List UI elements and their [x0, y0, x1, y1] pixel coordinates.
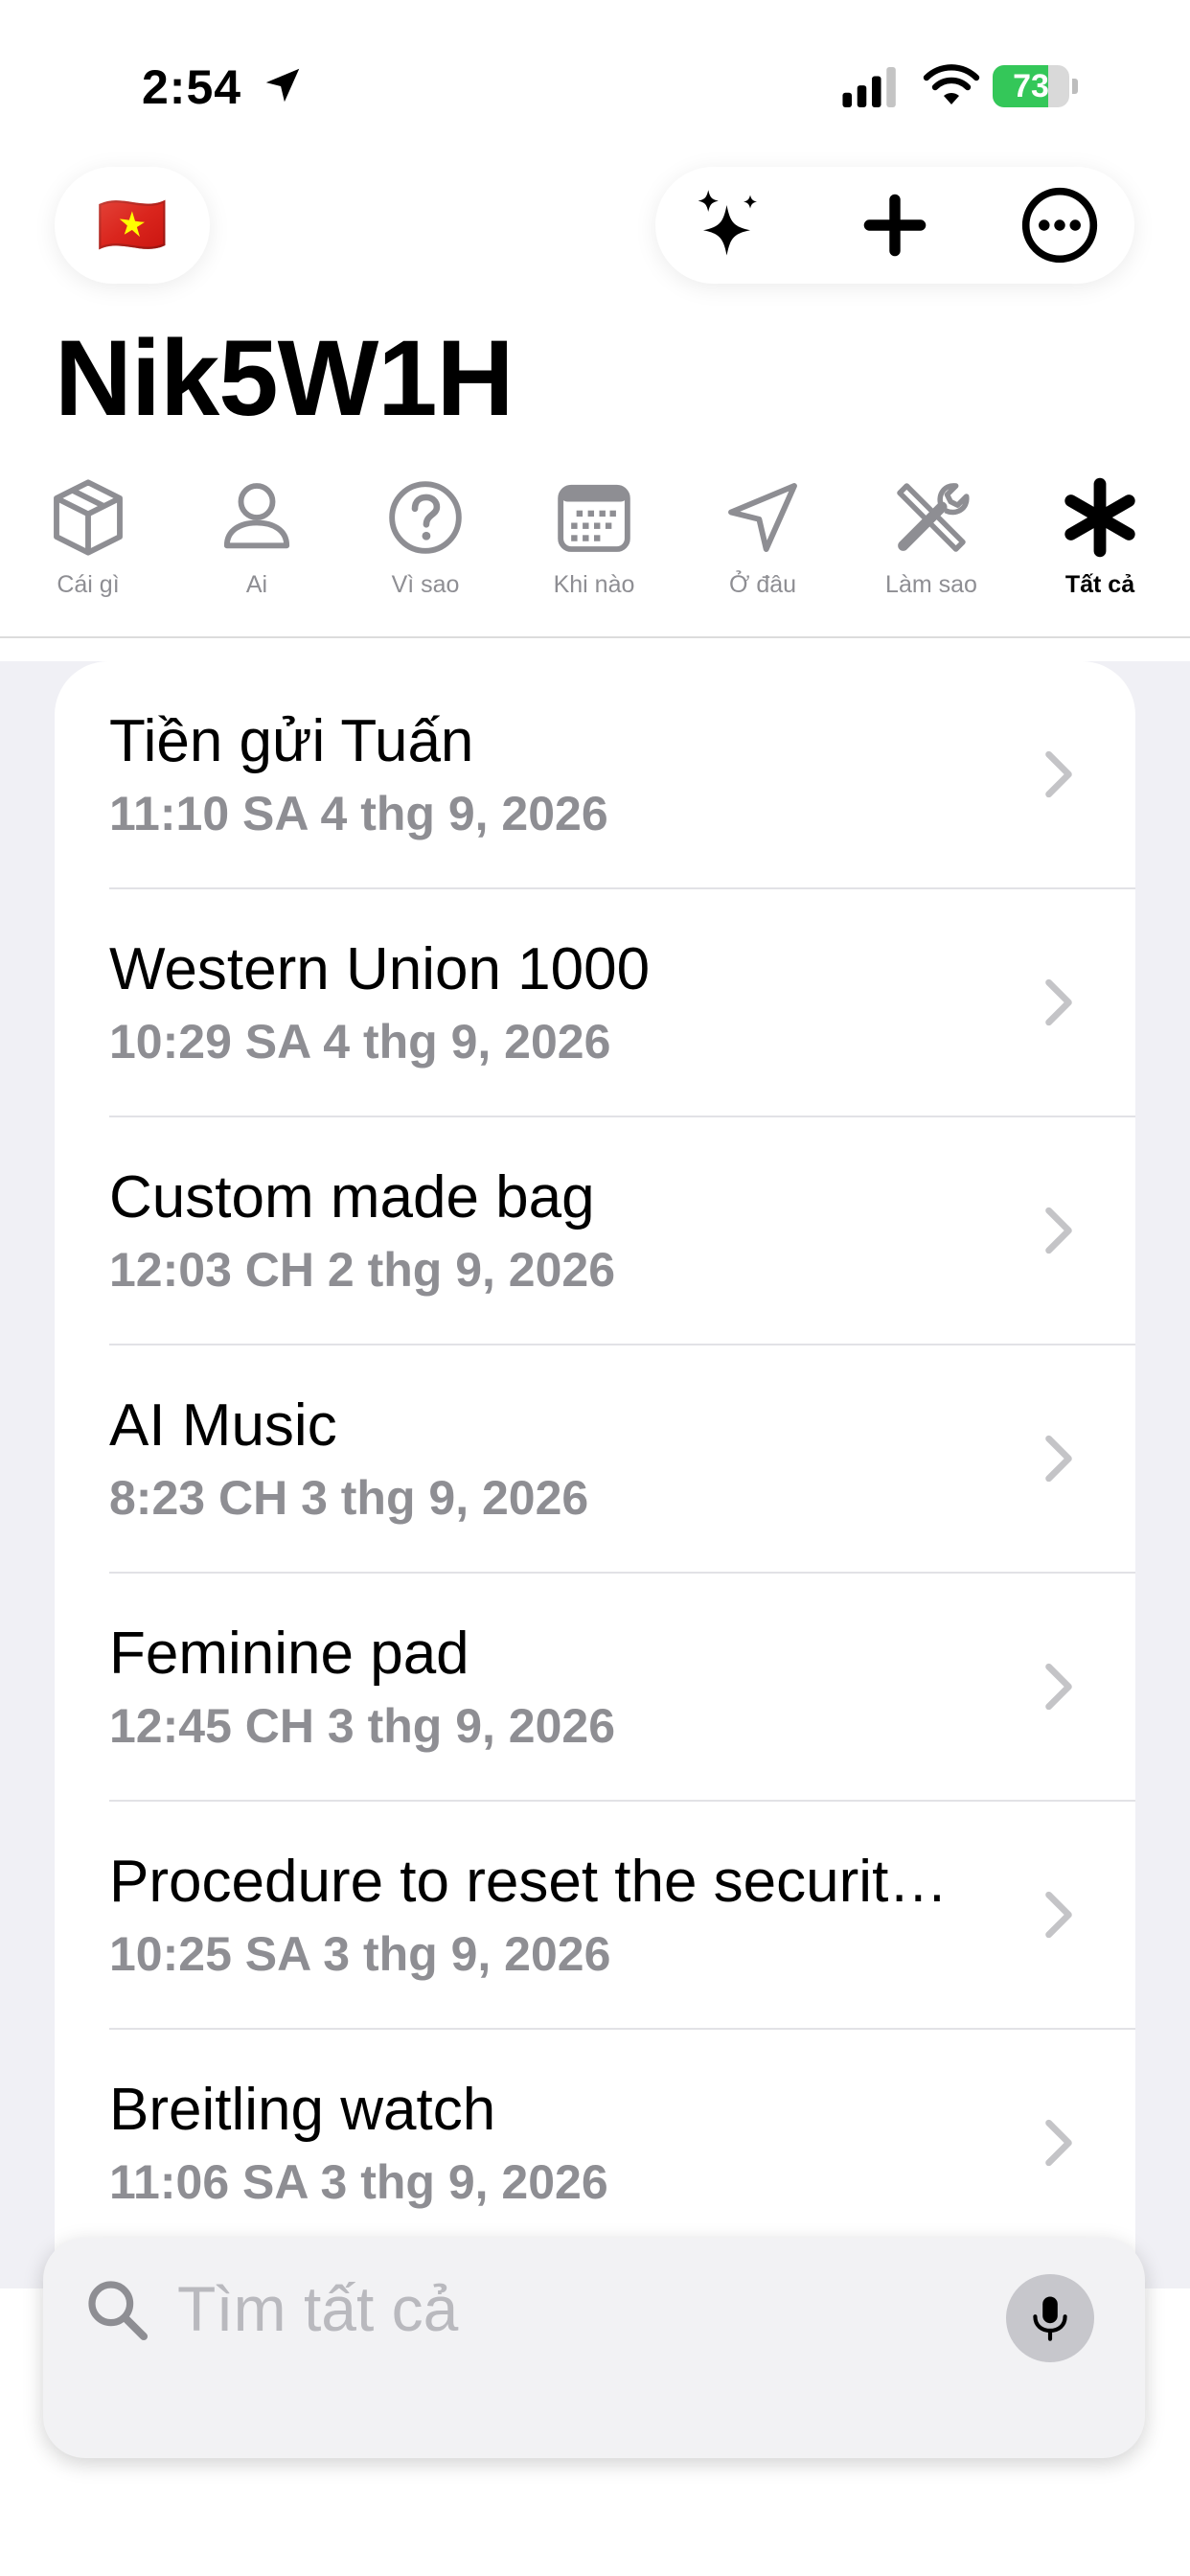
- tab-label: Làm sao: [885, 571, 977, 598]
- tools-icon: [897, 483, 970, 552]
- item-title: Breitling watch: [109, 2077, 496, 2143]
- battery-body: 73: [993, 65, 1069, 107]
- microphone-icon: [1033, 2296, 1067, 2341]
- tabs-divider: [0, 636, 1190, 638]
- sparkles-icon: [698, 190, 757, 256]
- list-item[interactable]: Tiền gửi Tuấn 11:10 SA 4 thg 9, 2026: [55, 661, 1135, 889]
- calendar-icon: [558, 484, 630, 552]
- status-bar: 2:54 73: [0, 0, 1190, 163]
- location-services-icon: [265, 68, 300, 103]
- header-actions: [655, 167, 1134, 284]
- person-icon: [223, 483, 290, 549]
- tab-label: Ai: [245, 571, 268, 598]
- tab-label: Tất cả: [1064, 571, 1135, 598]
- ai-sparkle-button[interactable]: [682, 177, 778, 273]
- asterisk-icon: [1064, 477, 1135, 558]
- item-title: Tiền gửi Tuấn: [109, 708, 474, 774]
- chevron-right-icon: [1045, 1435, 1072, 1483]
- item-title: Procedure to reset the securit…: [109, 1849, 949, 1915]
- chevron-right-icon: [1045, 750, 1072, 798]
- location-arrow-icon: [728, 483, 797, 552]
- tab-label: Khi nào: [553, 571, 635, 598]
- item-date: 8:23 CH 3 thg 9, 2026: [109, 1471, 589, 1525]
- ellipsis-circle-icon: [1021, 187, 1098, 264]
- item-date: 11:06 SA 3 thg 9, 2026: [109, 2155, 608, 2209]
- add-button[interactable]: [847, 177, 943, 273]
- search-input[interactable]: Tìm tất cả: [177, 2272, 458, 2345]
- question-circle-icon: [389, 481, 462, 554]
- item-title: Custom made bag: [109, 1164, 595, 1230]
- category-tabs: Cái gì Ai Vì sao Khi nào Ở đâu Làm sao T…: [0, 470, 1190, 638]
- list-item[interactable]: Custom made bag 12:03 CH 2 thg 9, 2026: [55, 1117, 1135, 1346]
- item-title: Western Union 1000: [109, 936, 651, 1002]
- tab-why[interactable]: Vì sao: [341, 470, 510, 638]
- vietnam-flag-icon: 🇻🇳: [96, 193, 169, 257]
- box-icon: [54, 479, 123, 556]
- list-item[interactable]: Western Union 1000 10:29 SA 4 thg 9, 202…: [55, 889, 1135, 1117]
- list-item[interactable]: Feminine pad 12:45 CH 3 thg 9, 2026: [55, 1574, 1135, 1802]
- chevron-right-icon: [1045, 978, 1072, 1026]
- list-item[interactable]: AI Music 8:23 CH 3 thg 9, 2026: [55, 1346, 1135, 1574]
- item-title: AI Music: [109, 1392, 337, 1459]
- more-options-button[interactable]: [1012, 177, 1108, 273]
- cellular-signal-icon: [842, 67, 896, 107]
- chevron-right-icon: [1045, 1891, 1072, 1939]
- chevron-right-icon: [1045, 1207, 1072, 1254]
- tab-label: Cái gì: [57, 571, 120, 598]
- item-date: 10:29 SA 4 thg 9, 2026: [109, 1015, 611, 1069]
- tab-label: Vì sao: [391, 571, 460, 598]
- battery-level: 73: [1013, 68, 1049, 104]
- wifi-icon: [923, 64, 980, 104]
- item-date: 12:45 CH 3 thg 9, 2026: [109, 1699, 616, 1753]
- app-screen: 2:54 73 🇻🇳 Nik5W1H Cái gì Ai Vì sao Khi …: [0, 0, 1190, 2576]
- language-flag-button[interactable]: 🇻🇳: [55, 167, 210, 284]
- item-date: 12:03 CH 2 thg 9, 2026: [109, 1243, 616, 1297]
- tab-what[interactable]: Cái gì: [4, 470, 172, 638]
- item-date: 10:25 SA 3 thg 9, 2026: [109, 1927, 611, 1981]
- tab-when[interactable]: Khi nào: [510, 470, 678, 638]
- page-title: Nik5W1H: [55, 318, 514, 438]
- chevron-right-icon: [1045, 1663, 1072, 1711]
- list-item[interactable]: Procedure to reset the securit… 10:25 SA…: [55, 1802, 1135, 2030]
- battery-cap: [1072, 79, 1078, 94]
- tab-who[interactable]: Ai: [172, 470, 341, 638]
- tab-how[interactable]: Làm sao: [847, 470, 1016, 638]
- entry-list: Tiền gửi Tuấn 11:10 SA 4 thg 9, 2026 Wes…: [55, 661, 1135, 2288]
- plus-icon: [863, 194, 927, 257]
- search-bar[interactable]: Tìm tất cả: [43, 2238, 1145, 2458]
- item-title: Feminine pad: [109, 1621, 469, 1687]
- item-date: 11:10 SA 4 thg 9, 2026: [109, 787, 608, 840]
- search-icon: [88, 2281, 149, 2341]
- battery-indicator: 73: [993, 65, 1079, 107]
- tab-where[interactable]: Ở đâu: [678, 470, 847, 638]
- voice-input-button[interactable]: [1006, 2274, 1094, 2362]
- list-item[interactable]: Breitling watch 11:06 SA 3 thg 9, 2026: [55, 2030, 1135, 2258]
- tab-all[interactable]: Tất cả: [1016, 470, 1184, 638]
- status-time: 2:54: [142, 60, 242, 114]
- tab-label: Ở đâu: [728, 571, 797, 598]
- chevron-right-icon: [1045, 2119, 1072, 2167]
